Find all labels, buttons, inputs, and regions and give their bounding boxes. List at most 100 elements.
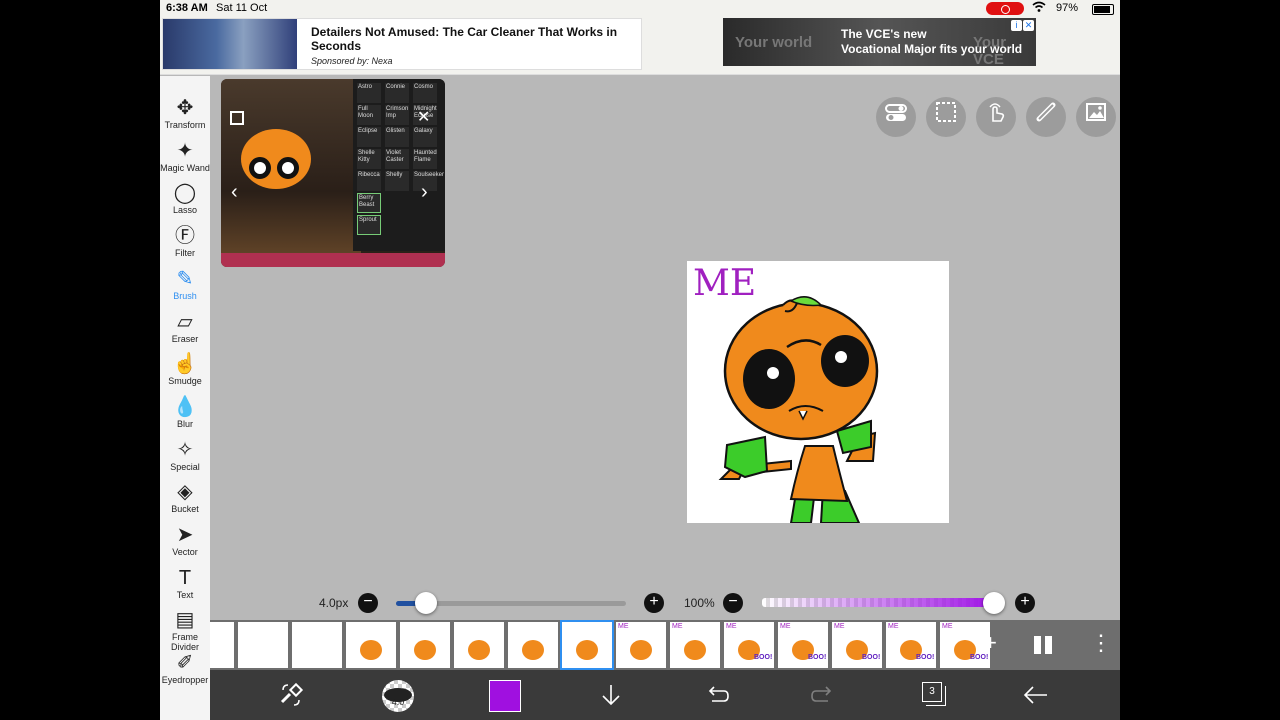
tool-vector[interactable]: ➤ Vector bbox=[160, 523, 210, 565]
tool-blur[interactable]: 💧 Blur bbox=[160, 395, 210, 437]
drawing-canvas[interactable]: ME bbox=[687, 261, 949, 523]
tool-frame-divider[interactable]: ▤ Frame Divider bbox=[160, 608, 210, 653]
opacity-decrease-button[interactable]: − bbox=[723, 593, 743, 613]
video-character-eye bbox=[249, 157, 271, 179]
frame-pumpkin-figure bbox=[684, 640, 706, 660]
ruler-icon bbox=[1035, 102, 1057, 127]
back-arrow-icon[interactable] bbox=[1022, 682, 1050, 714]
animation-frame-thumbnail[interactable] bbox=[508, 622, 558, 668]
status-time: 6:38 AM bbox=[166, 2, 208, 14]
video-costume-cell: Shelly bbox=[385, 171, 409, 191]
ad-right[interactable]: Your world Your VCE The VCE's new Vocati… bbox=[723, 18, 1036, 68]
animation-frame-thumbnail[interactable]: ME BOO! bbox=[940, 622, 990, 668]
pip-next-icon[interactable]: › bbox=[421, 181, 428, 204]
download-arrow-icon[interactable] bbox=[598, 682, 624, 714]
tool-magic-wand[interactable]: ✦ Magic Wand bbox=[160, 139, 210, 181]
tool-label: Transform bbox=[164, 120, 206, 130]
animation-frame-thumbnail[interactable]: ME BOO! bbox=[832, 622, 882, 668]
workspace[interactable]: Astro Connie Cosmo Full Moon Crimson Imp Midn… bbox=[210, 76, 1120, 620]
blur-drop-icon: 💧 bbox=[172, 395, 198, 418]
ad-banner-bar: Detailers Not Amused: The Car Cleaner Th… bbox=[160, 18, 1120, 75]
brush-eraser-swap-button[interactable] bbox=[278, 682, 304, 714]
animation-frame-thumbnail[interactable] bbox=[210, 622, 234, 668]
undo-icon[interactable] bbox=[704, 682, 730, 714]
tool-special[interactable]: ✧ Special bbox=[160, 438, 210, 480]
magic-wand-icon: ✦ bbox=[176, 139, 194, 162]
ad-right-line2: Vocational Major fits your world bbox=[841, 42, 1023, 56]
frame-more-options-button[interactable]: ⋮ bbox=[1090, 630, 1112, 656]
bottom-action-bar: 4.0 3 bbox=[210, 670, 1120, 720]
ad-left-sponsor: Sponsored by: Nexa bbox=[311, 56, 393, 66]
tool-eyedropper[interactable]: ✐ Eyedropper bbox=[160, 651, 210, 693]
tool-brush[interactable]: ✎ Brush bbox=[160, 267, 210, 309]
animation-frame-thumbnail[interactable]: ME BOO! bbox=[724, 622, 774, 668]
tool-label: Frame Divider bbox=[170, 632, 199, 653]
pip-close-icon[interactable]: ✕ bbox=[417, 107, 430, 127]
animation-frame-thumbnail[interactable]: ME bbox=[670, 622, 720, 668]
opacity-slider[interactable] bbox=[762, 598, 994, 607]
animation-frame-thumbnail[interactable] bbox=[400, 622, 450, 668]
tool-smudge[interactable]: ☝ Smudge bbox=[160, 352, 210, 394]
pip-prev-icon[interactable]: ‹ bbox=[231, 181, 238, 204]
frame-me-text: ME bbox=[726, 623, 737, 630]
animation-frame-thumbnail[interactable]: ME BOO! bbox=[886, 622, 936, 668]
sparkle-icon: ✧ bbox=[176, 438, 194, 461]
animation-frame-thumbnail[interactable]: ME bbox=[616, 622, 666, 668]
animation-frame-thumbnail[interactable]: ME BOO! bbox=[778, 622, 828, 668]
toggle-settings-button[interactable] bbox=[876, 97, 916, 137]
brush-size-label: 4.0px bbox=[319, 596, 349, 610]
opacity-slider-knob[interactable] bbox=[983, 592, 1005, 614]
image-icon bbox=[1085, 103, 1107, 127]
tool-label: Blur bbox=[176, 418, 193, 429]
opacity-label: 100% bbox=[684, 596, 715, 610]
video-costume-cell: Astro bbox=[357, 83, 381, 103]
redo-icon[interactable] bbox=[810, 682, 836, 714]
animation-frame-thumbnail[interactable] bbox=[238, 622, 288, 668]
tool-bucket[interactable]: ◈ Bucket bbox=[160, 480, 210, 522]
layers-button[interactable]: 3 bbox=[922, 682, 942, 702]
bucket-icon: ◈ bbox=[177, 481, 193, 504]
opacity-increase-button[interactable]: + bbox=[1015, 593, 1035, 613]
brush-preview-button[interactable]: 4.0 bbox=[382, 680, 414, 712]
animation-frame-thumbnail[interactable] bbox=[560, 620, 614, 670]
tool-label: Text bbox=[176, 589, 194, 600]
ad-left-image bbox=[163, 19, 297, 69]
video-costume-cell: Sprout bbox=[357, 215, 381, 235]
reference-image-button[interactable] bbox=[1076, 97, 1116, 137]
color-swatch-button[interactable] bbox=[489, 680, 521, 712]
touch-mode-button[interactable] bbox=[976, 97, 1016, 137]
text-icon: T bbox=[178, 566, 192, 589]
ruler-button[interactable] bbox=[1026, 97, 1066, 137]
brush-size-decrease-button[interactable]: − bbox=[358, 593, 378, 613]
wifi-icon bbox=[1032, 1, 1046, 16]
tool-eraser[interactable]: ▱ Eraser bbox=[160, 310, 210, 352]
battery-percent: 97% bbox=[1056, 2, 1079, 14]
pip-stop-icon[interactable] bbox=[230, 111, 244, 125]
animation-frame-thumbnail[interactable] bbox=[292, 622, 342, 668]
brush-size-increase-button[interactable]: + bbox=[644, 593, 664, 613]
brush-size-slider-knob[interactable] bbox=[414, 592, 437, 614]
animation-frame-strip: ME BOO! ME BOO! ME BOO! ME BOO! ME BOO! ME ME + ⋮ bbox=[210, 620, 1120, 670]
ad-left[interactable]: Detailers Not Amused: The Car Cleaner Th… bbox=[162, 18, 642, 70]
frame-boo-text: BOO! bbox=[808, 654, 827, 661]
tool-label: Special bbox=[170, 461, 200, 472]
add-frame-button[interactable]: + bbox=[984, 630, 997, 656]
ad-info-icon[interactable]: i bbox=[1011, 20, 1022, 31]
tool-lasso[interactable]: ◯ Lasso bbox=[160, 181, 210, 223]
ad-left-headline[interactable]: Detailers Not Amused: The Car Cleaner Th… bbox=[311, 25, 631, 53]
tool-transform[interactable]: ✥ Transform bbox=[160, 96, 210, 138]
tool-filter[interactable]: Ⓕ Filter bbox=[160, 224, 210, 266]
pause-animation-button[interactable] bbox=[1034, 636, 1052, 654]
animation-frame-thumbnail[interactable] bbox=[346, 622, 396, 668]
ad-right-line1: The VCE's new bbox=[841, 27, 927, 41]
video-costume-cell: Eclipse bbox=[357, 127, 381, 147]
animation-frame-thumbnail[interactable] bbox=[454, 622, 504, 668]
screen-record-indicator[interactable] bbox=[986, 2, 1024, 15]
video-pip-overlay[interactable]: Astro Connie Cosmo Full Moon Crimson Imp Midn… bbox=[221, 79, 445, 267]
frame-me-text: ME bbox=[888, 623, 899, 630]
selection-button[interactable] bbox=[926, 97, 966, 137]
tool-text[interactable]: T Text bbox=[160, 566, 210, 608]
ad-close-icon[interactable]: ✕ bbox=[1023, 20, 1034, 31]
eyedropper-icon: ✐ bbox=[176, 652, 194, 675]
touch-icon bbox=[985, 103, 1007, 127]
